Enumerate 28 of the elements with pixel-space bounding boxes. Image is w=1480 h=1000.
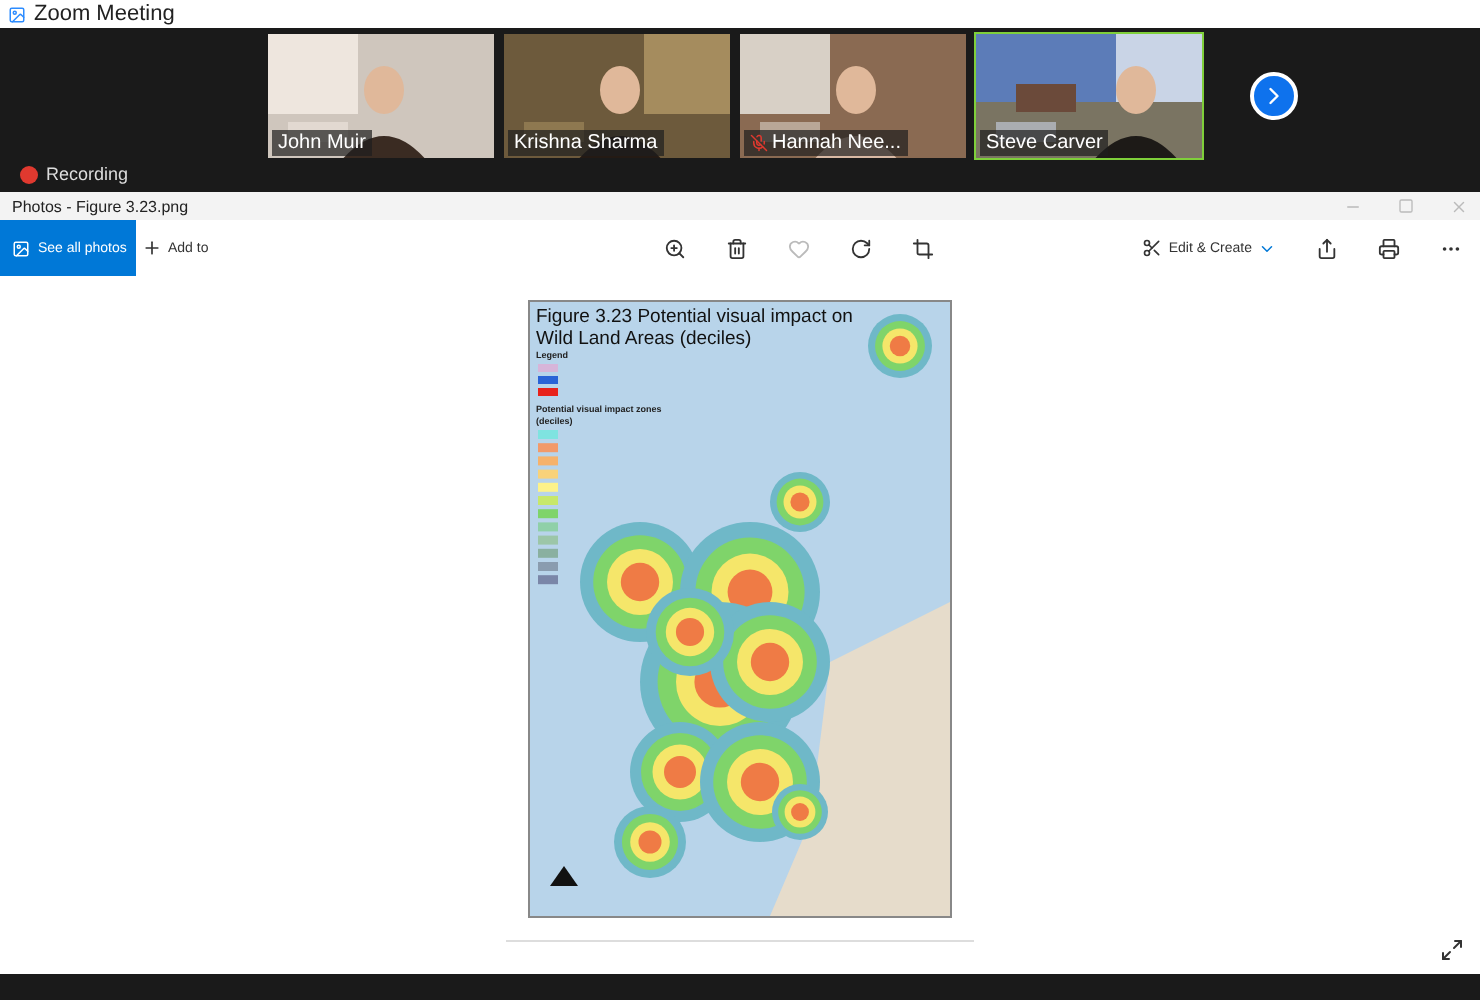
plus-icon: [142, 238, 162, 258]
window-title: Zoom Meeting: [34, 2, 175, 26]
figure-title: Figure 3.23 Potential visual impact on Wild Land Areas (deciles): [536, 306, 855, 350]
printer-icon: [1378, 237, 1400, 259]
video-tile[interactable]: Krishna Sharma: [502, 32, 732, 160]
recording-label: Recording: [46, 164, 129, 184]
scissors-icon: [1142, 238, 1163, 258]
zoom-in-icon: [664, 237, 687, 259]
window-title: Photos - Figure 3.23.png: [12, 197, 191, 215]
participant-name: Krishna Sharma: [508, 130, 664, 156]
rotate-icon: [850, 237, 873, 259]
participant-name: John Muir: [272, 130, 372, 156]
trash-icon: [726, 237, 749, 259]
expand-icon: [1440, 938, 1464, 962]
app-icon: [8, 5, 26, 23]
image-icon: [12, 239, 30, 257]
participant-name: Steve Carver: [980, 130, 1109, 156]
next-page-button[interactable]: [1250, 72, 1298, 120]
expand-button[interactable]: [1440, 938, 1464, 962]
video-tile[interactable]: Hannah Nee...: [738, 32, 968, 160]
crop-icon: [912, 237, 935, 259]
recording-dot-icon: [20, 165, 38, 183]
video-tile[interactable]: Steve Carver: [974, 32, 1204, 160]
heart-icon: [788, 237, 811, 259]
share-icon: [1316, 237, 1338, 259]
muted-mic-icon: [750, 134, 768, 152]
participant-name: Hannah Nee...: [744, 130, 907, 156]
video-tile[interactable]: John Muir: [266, 32, 496, 160]
